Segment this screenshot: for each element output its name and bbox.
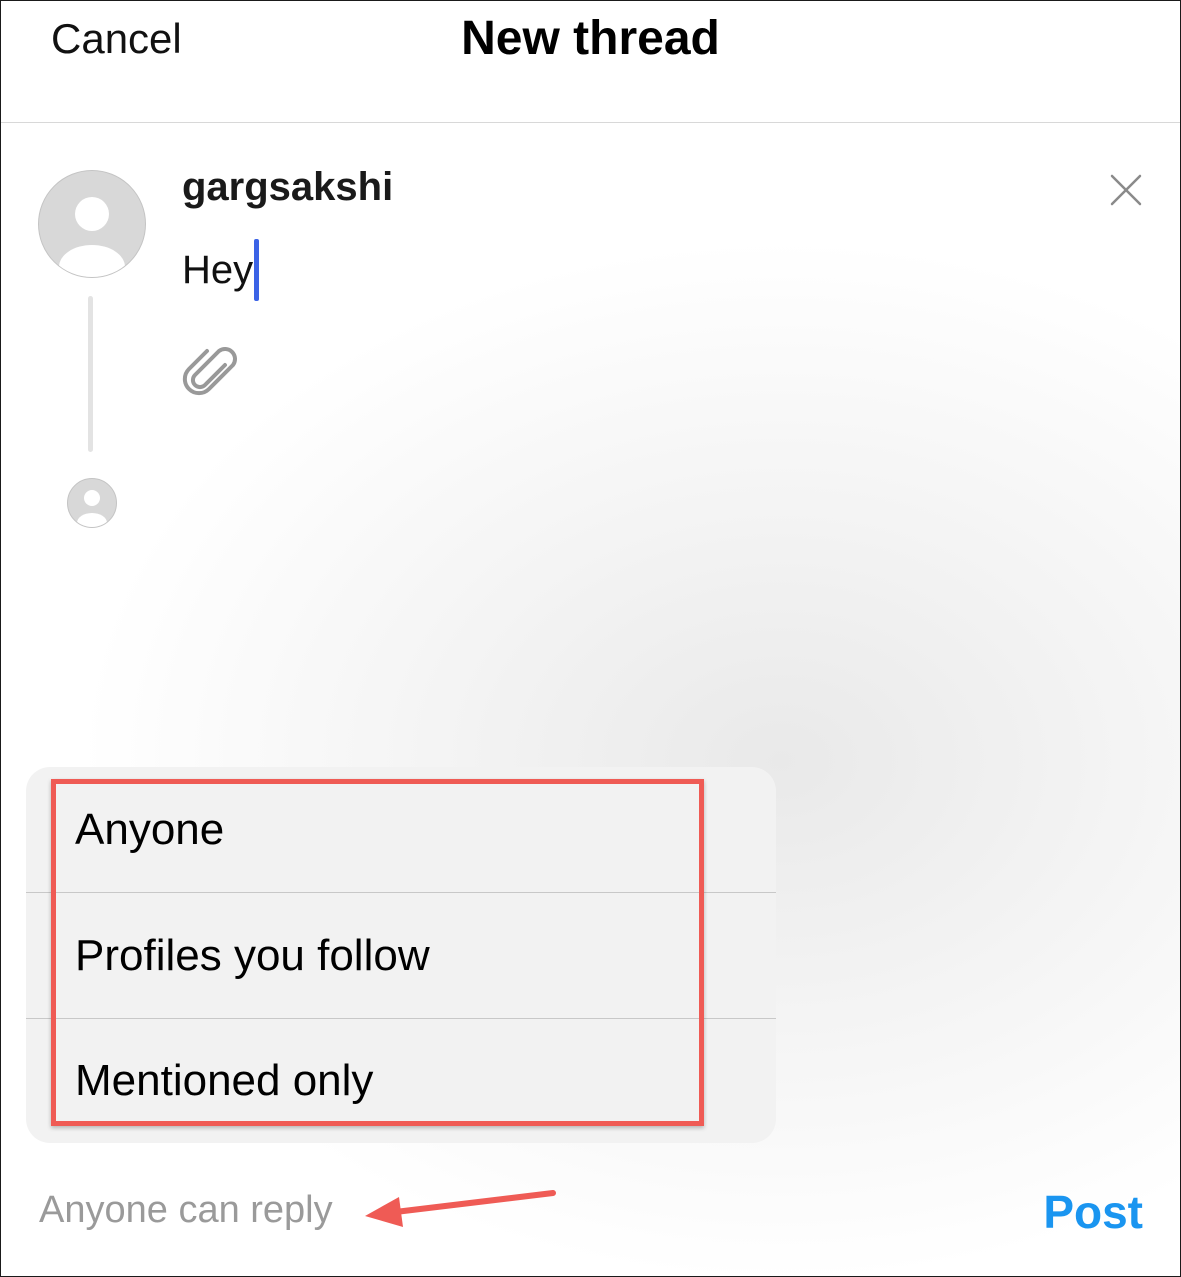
annotation-arrow-icon — [365, 1190, 556, 1227]
new-thread-screen: Cancel New thread gargsakshi Hey Anyone — [0, 0, 1181, 1277]
close-icon — [1110, 174, 1142, 206]
post-button[interactable]: Post — [1043, 1185, 1143, 1239]
thread-text-input[interactable]: Hey — [182, 239, 260, 301]
avatar-icon — [77, 490, 107, 527]
attach-media-button[interactable] — [181, 341, 239, 399]
remove-post-button[interactable] — [1109, 173, 1143, 207]
text-caret — [254, 239, 260, 301]
thread-text: Hey — [182, 247, 254, 292]
menu-item-label: Anyone — [75, 805, 225, 854]
reply-permission-menu: Anyone Profiles you follow Mentioned onl… — [26, 767, 776, 1143]
reply-avatar — [67, 478, 117, 528]
page-title: New thread — [461, 12, 720, 65]
menu-item-mentioned-only[interactable]: Mentioned only — [26, 1018, 776, 1143]
menu-item-label: Mentioned only — [75, 1056, 374, 1105]
username: gargsakshi — [182, 165, 394, 209]
menu-item-anyone[interactable]: Anyone — [26, 767, 776, 892]
paperclip-icon — [182, 347, 237, 396]
user-avatar — [38, 170, 146, 278]
thread-connector-line — [88, 296, 93, 452]
top-bar: Cancel New thread — [1, 1, 1180, 123]
menu-item-label: Profiles you follow — [75, 931, 430, 980]
reply-setting-button[interactable]: Anyone can reply — [39, 1189, 333, 1232]
avatar-icon — [59, 197, 125, 277]
menu-item-profiles-you-follow[interactable]: Profiles you follow — [26, 892, 776, 1018]
